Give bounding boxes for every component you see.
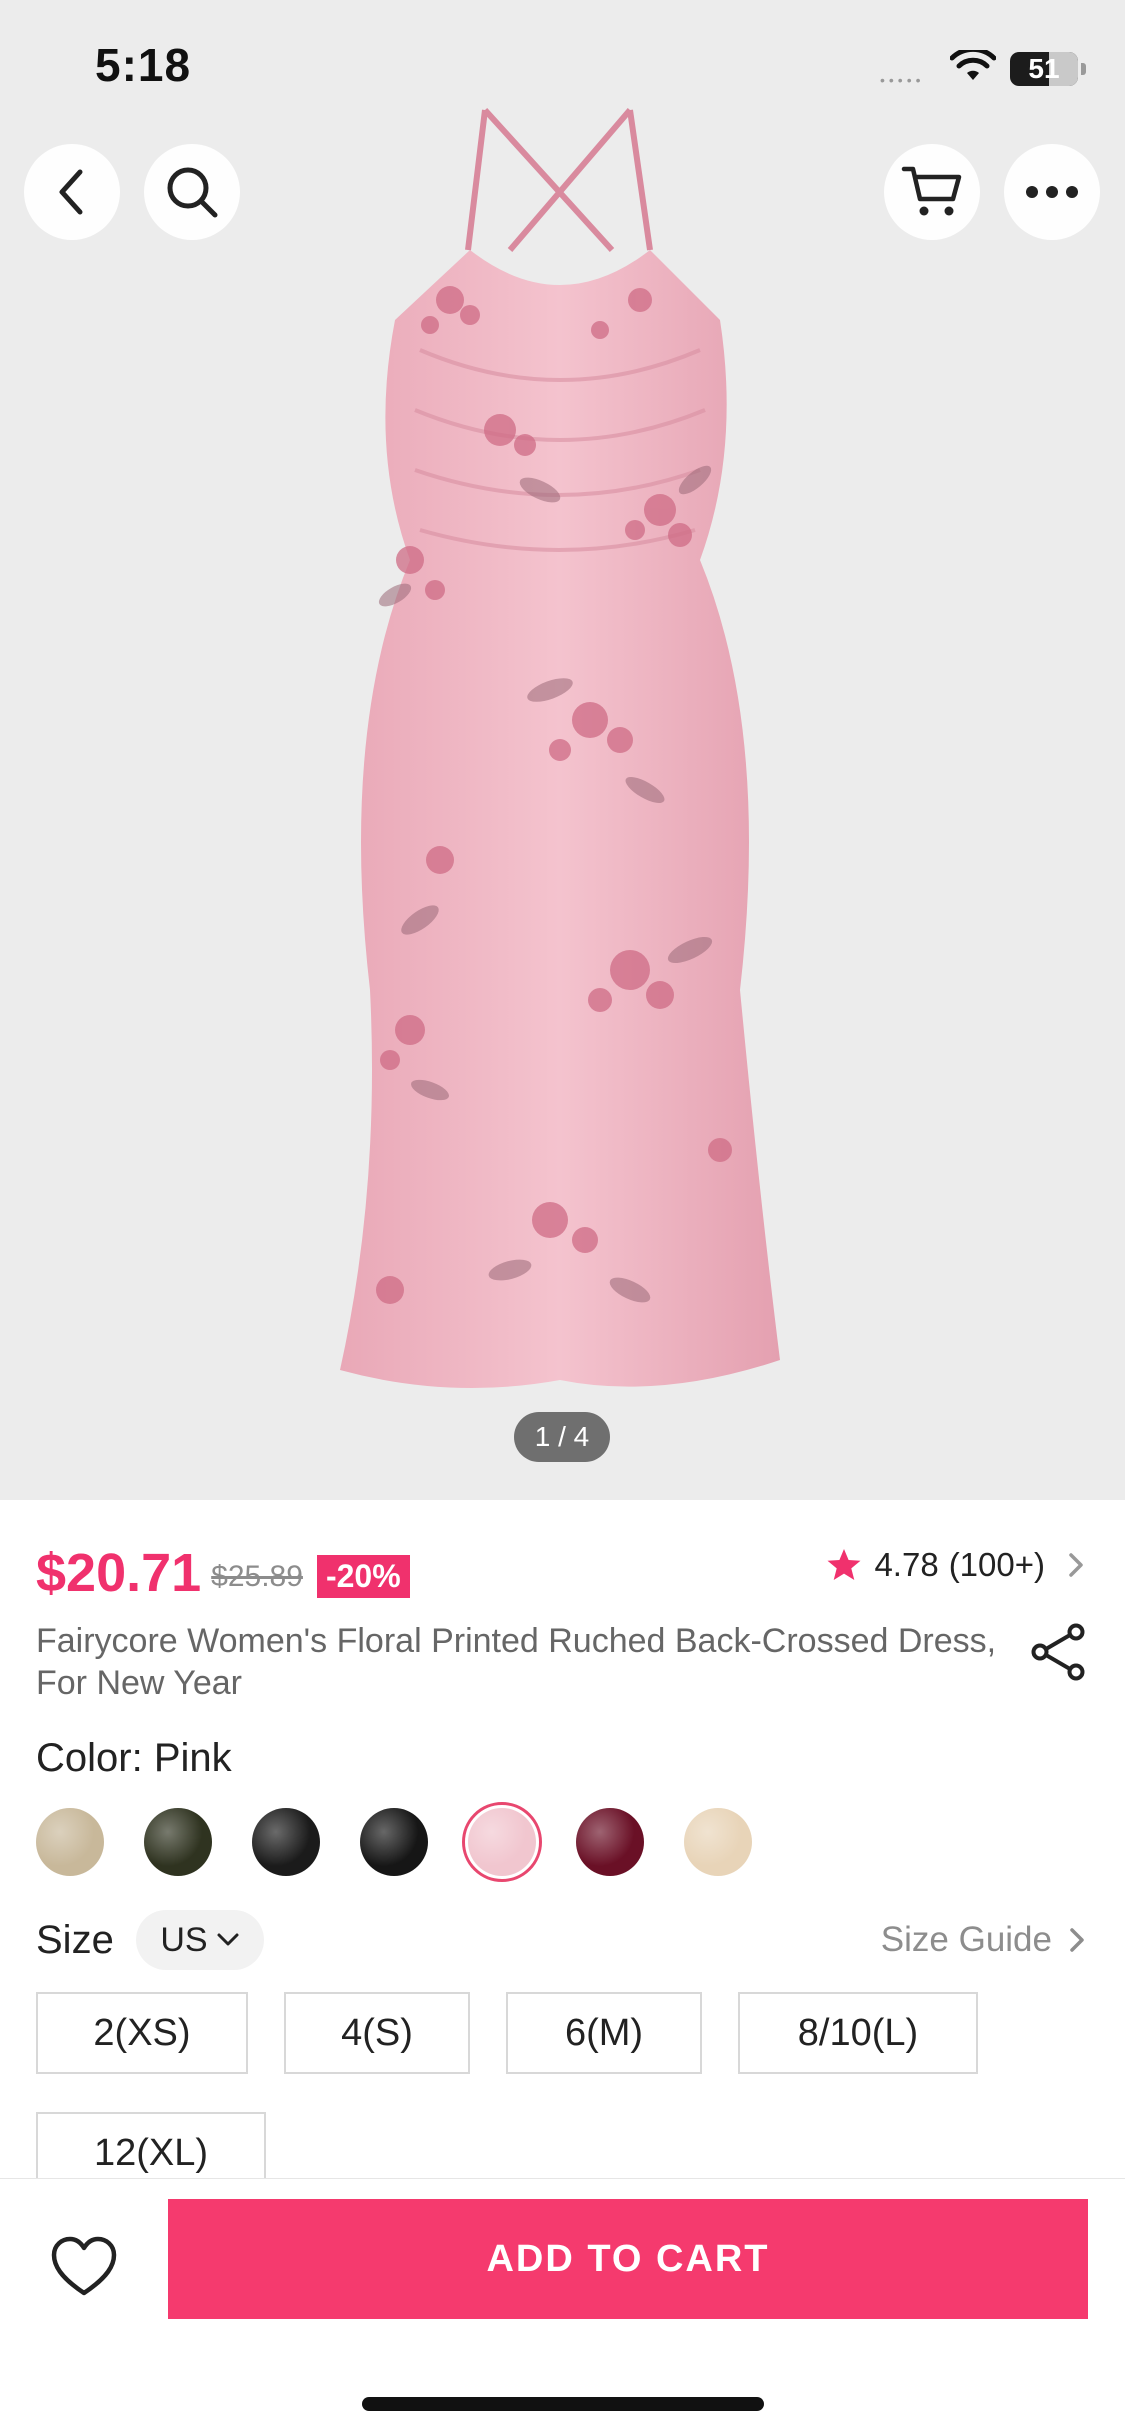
size-unit-dropdown[interactable]: US [136,1910,264,1970]
chevron-right-icon [1070,1928,1084,1952]
chevron-left-icon [59,169,83,215]
product-image[interactable] [300,90,820,1390]
back-button[interactable] [24,144,120,240]
rating-summary[interactable]: 4.78 (100+) [826,1540,1085,1590]
size-unit-value: US [160,1920,208,1959]
discount-badge: -20% [316,1555,410,1598]
color-swatch[interactable] [144,1808,212,1876]
chevron-right-icon [1069,1553,1083,1577]
color-label: Color: Pink [36,1736,232,1780]
home-indicator [362,2397,764,2411]
color-swatch[interactable] [252,1808,320,1876]
cart-icon [901,166,962,216]
price-row: $20.71 $25.89 -20% [36,1530,410,1600]
size-option[interactable]: 8/10(L) [738,1992,978,2074]
size-option[interactable]: 4(S) [284,1992,470,2074]
product-title: Fairycore Women's Floral Printed Ruched … [36,1622,997,1702]
star-icon [827,1549,861,1580]
rating-count: (100+) [948,1546,1045,1583]
color-swatch[interactable] [462,1802,542,1882]
chevron-down-icon [217,1933,239,1946]
wifi-icon [950,50,996,80]
more-options-button[interactable] [1004,144,1100,240]
search-icon [167,167,218,218]
add-to-cart-button[interactable]: ADD TO CART [168,2199,1088,2319]
bottom-action-bar: ADD TO CART [0,2178,1125,2436]
size-label: Size [36,1918,114,1962]
image-pager: 1 / 4 [514,1412,610,1462]
heart-icon[interactable] [50,2235,118,2299]
color-swatch[interactable] [576,1808,644,1876]
search-button[interactable] [144,144,240,240]
color-swatch[interactable] [360,1808,428,1876]
sale-price: $20.71 [36,1543,202,1603]
size-option[interactable]: 6(M) [506,1992,702,2074]
color-swatches [36,1802,1096,1882]
size-option[interactable]: 2(XS) [36,1992,248,2074]
more-dots-icon [1026,186,1078,198]
cart-button[interactable] [884,144,980,240]
status-time: 5:18 [95,39,192,91]
size-guide-link[interactable]: Size Guide [881,1920,1086,1960]
rating-value: 4.78 [874,1546,939,1583]
battery-icon: 51 [1010,52,1078,86]
share-icon[interactable] [1030,1622,1088,1682]
signal-icon: ••••• [880,72,925,88]
color-swatch[interactable] [36,1808,104,1876]
original-price: $25.89 [211,1560,303,1593]
size-row: Size US Size Guide [36,1910,1096,1970]
size-guide-label: Size Guide [880,1920,1052,1959]
battery-nub [1081,63,1086,75]
product-image-gallery[interactable]: 5:18 ••••• 51 1 / 4 [0,0,1125,1500]
battery-level: 51 [1028,53,1060,84]
color-swatch[interactable] [684,1808,752,1876]
